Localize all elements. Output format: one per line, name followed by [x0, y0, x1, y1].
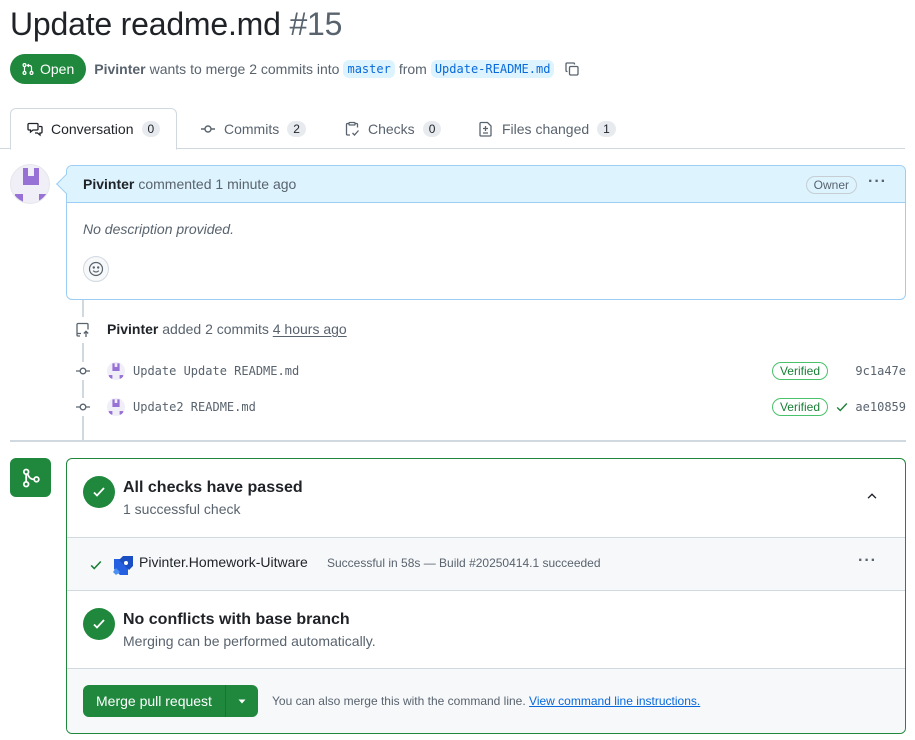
tab-count: 1: [597, 120, 616, 137]
add-reaction-button[interactable]: [83, 256, 109, 282]
check-icon: [90, 560, 102, 570]
from-text: from: [398, 61, 427, 77]
conflicts-subtitle: Merging can be performed automatically.: [123, 633, 376, 649]
tab-label: Checks: [368, 120, 415, 137]
merge-pull-request-button[interactable]: Merge pull request: [83, 685, 226, 717]
tab-count: 0: [422, 120, 442, 137]
conversation-icon: [27, 122, 43, 137]
azure-pipelines-icon: [113, 556, 133, 575]
commit-icon: [74, 362, 92, 380]
comment-meta[interactable]: commented 1 minute ago: [138, 176, 296, 192]
comment-body: No description provided.: [83, 221, 234, 237]
check-run-status: Successful in 58s — Build #20250414.1 su…: [327, 556, 601, 570]
merge-options-dropdown[interactable]: [225, 685, 258, 717]
pr-tabs: Conversation 0 Commits 2 Checks 0 Files …: [0, 108, 905, 150]
commit-row: Update2 README.md Verified ae10859: [74, 396, 906, 418]
check-circle-icon: [83, 476, 115, 508]
commit-sha[interactable]: ae10859: [835, 400, 906, 414]
commit-message[interactable]: Update Update README.md: [133, 364, 299, 378]
commit-sha[interactable]: 9c1a47e: [855, 364, 906, 378]
verified-badge[interactable]: Verified: [771, 362, 828, 380]
tab-label: Commits: [224, 120, 280, 137]
pull-request-icon: [22, 63, 34, 75]
timeline-divider: [10, 440, 906, 442]
commit-row: Update Update README.md Verified 9c1a47e: [74, 360, 906, 382]
tab-label: Files changed: [502, 120, 590, 137]
check-run-row: Pivinter.Homework-Uitware Successful in …: [67, 537, 905, 591]
comment-author[interactable]: Pivinter: [83, 176, 134, 192]
repo-push-icon: [70, 317, 96, 343]
verified-badge[interactable]: Verified: [771, 398, 828, 416]
triangle-down-icon: [238, 699, 246, 704]
avatar[interactable]: [107, 362, 125, 380]
smiley-icon: [88, 261, 104, 277]
merge-footer: Merge pull request You can also merge th…: [67, 668, 905, 733]
tab-count: 0: [141, 121, 161, 137]
owner-badge: Owner: [805, 176, 857, 194]
tab-files-changed[interactable]: Files changed 1: [478, 108, 616, 149]
pr-number: #15: [289, 6, 343, 42]
pr-meta: Open Pivinter wants to merge 2 commits i…: [10, 54, 580, 84]
merge-description: Pivinter wants to merge 2 commits into m…: [94, 60, 580, 78]
tab-commits[interactable]: Commits 2: [200, 108, 306, 149]
head-branch[interactable]: Update-README.md: [430, 60, 555, 78]
tab-checks[interactable]: Checks 0: [344, 108, 442, 149]
merge-box: All checks have passed 1 successful chec…: [66, 458, 906, 734]
more-options-icon[interactable]: ···: [868, 173, 887, 191]
avatar[interactable]: [10, 164, 50, 204]
merge-button-group: Merge pull request: [83, 685, 258, 717]
state-badge: Open: [10, 54, 87, 84]
merge-hint: You can also merge this with the command…: [272, 694, 700, 708]
author-link[interactable]: Pivinter: [94, 61, 145, 77]
commit-icon: [74, 398, 92, 416]
push-author[interactable]: Pivinter: [107, 321, 158, 337]
tab-conversation[interactable]: Conversation 0: [10, 108, 178, 150]
comment-pointer: [56, 174, 76, 194]
chevron-up-icon[interactable]: [865, 489, 879, 503]
comment-box: Pivinter commented 1 minute ago Owner ··…: [56, 165, 906, 300]
file-diff-icon: [479, 121, 492, 137]
checks-subtitle: 1 successful check: [123, 501, 241, 517]
merge-hint-text: You can also merge this with the command…: [272, 694, 526, 708]
tab-label: Conversation: [51, 121, 134, 137]
push-action: added 2 commits: [162, 321, 269, 337]
state-label: Open: [40, 61, 75, 77]
wants-text: wants to merge 2 commits into: [149, 61, 340, 77]
base-branch[interactable]: master: [343, 60, 395, 78]
check-run-name[interactable]: Pivinter.Homework-Uitware: [139, 554, 308, 570]
check-icon[interactable]: [835, 400, 849, 414]
commit-icon: [201, 124, 215, 133]
git-merge-icon: [10, 458, 51, 497]
conflicts-title: No conflicts with base branch: [123, 611, 350, 628]
identicon-image: [15, 168, 47, 202]
copy-icon[interactable]: [564, 61, 580, 77]
commit-message[interactable]: Update2 README.md: [133, 400, 256, 414]
pr-title: Update readme.md #15: [10, 6, 342, 43]
checklist-icon: [345, 121, 359, 136]
push-time[interactable]: 4 hours ago: [273, 321, 347, 337]
comment-header: Pivinter commented 1 minute ago Owner ··…: [56, 166, 905, 203]
avatar[interactable]: [107, 398, 125, 416]
pr-title-text: Update readme.md: [10, 6, 281, 42]
command-line-instructions-link[interactable]: View command line instructions.: [529, 694, 700, 708]
checks-title: All checks have passed: [123, 479, 303, 496]
tab-count: 2: [287, 120, 306, 137]
more-options-icon[interactable]: ···: [858, 552, 877, 570]
push-event: Pivinter added 2 commits 4 hours ago: [107, 321, 347, 337]
check-circle-icon: [83, 608, 115, 640]
